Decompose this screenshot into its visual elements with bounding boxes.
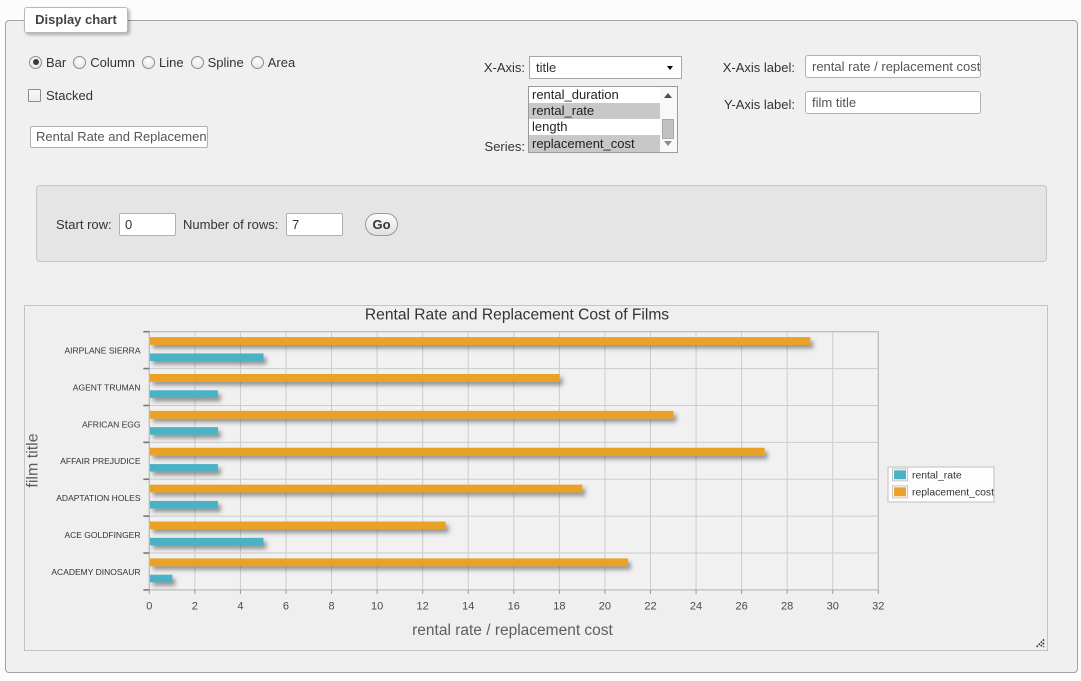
svg-text:AFFAIR PREJUDICE: AFFAIR PREJUDICE	[60, 456, 141, 466]
svg-text:16: 16	[508, 601, 520, 613]
svg-text:8: 8	[328, 601, 334, 613]
svg-text:26: 26	[735, 601, 747, 613]
svg-text:replacement_cost: replacement_cost	[912, 487, 994, 498]
svg-text:AGENT TRUMAN: AGENT TRUMAN	[73, 382, 141, 392]
svg-text:22: 22	[644, 601, 656, 613]
svg-text:28: 28	[781, 601, 793, 613]
svg-text:ACE GOLDFINGER: ACE GOLDFINGER	[64, 530, 140, 540]
svg-text:rental rate / replacement cost: rental rate / replacement cost	[412, 622, 613, 639]
svg-text:20: 20	[599, 601, 611, 613]
svg-text:12: 12	[417, 601, 429, 613]
svg-text:AIRPLANE SIERRA: AIRPLANE SIERRA	[64, 346, 140, 356]
svg-text:30: 30	[827, 601, 839, 613]
svg-text:rental_rate: rental_rate	[912, 470, 962, 481]
svg-text:ACADEMY DINOSAUR: ACADEMY DINOSAUR	[51, 567, 140, 577]
svg-text:32: 32	[872, 601, 884, 613]
svg-text:4: 4	[237, 601, 243, 613]
svg-text:0: 0	[146, 601, 152, 613]
svg-text:film title: film title	[25, 433, 41, 487]
svg-text:ADAPTATION HOLES: ADAPTATION HOLES	[56, 493, 141, 503]
svg-text:14: 14	[462, 601, 474, 613]
svg-text:6: 6	[283, 601, 289, 613]
svg-text:Rental Rate and Replacement Co: Rental Rate and Replacement Cost of Film…	[365, 307, 669, 324]
svg-text:10: 10	[371, 601, 383, 613]
svg-text:2: 2	[192, 601, 198, 613]
svg-text:18: 18	[553, 601, 565, 613]
svg-text:24: 24	[690, 601, 702, 613]
svg-text:AFRICAN EGG: AFRICAN EGG	[82, 419, 141, 429]
